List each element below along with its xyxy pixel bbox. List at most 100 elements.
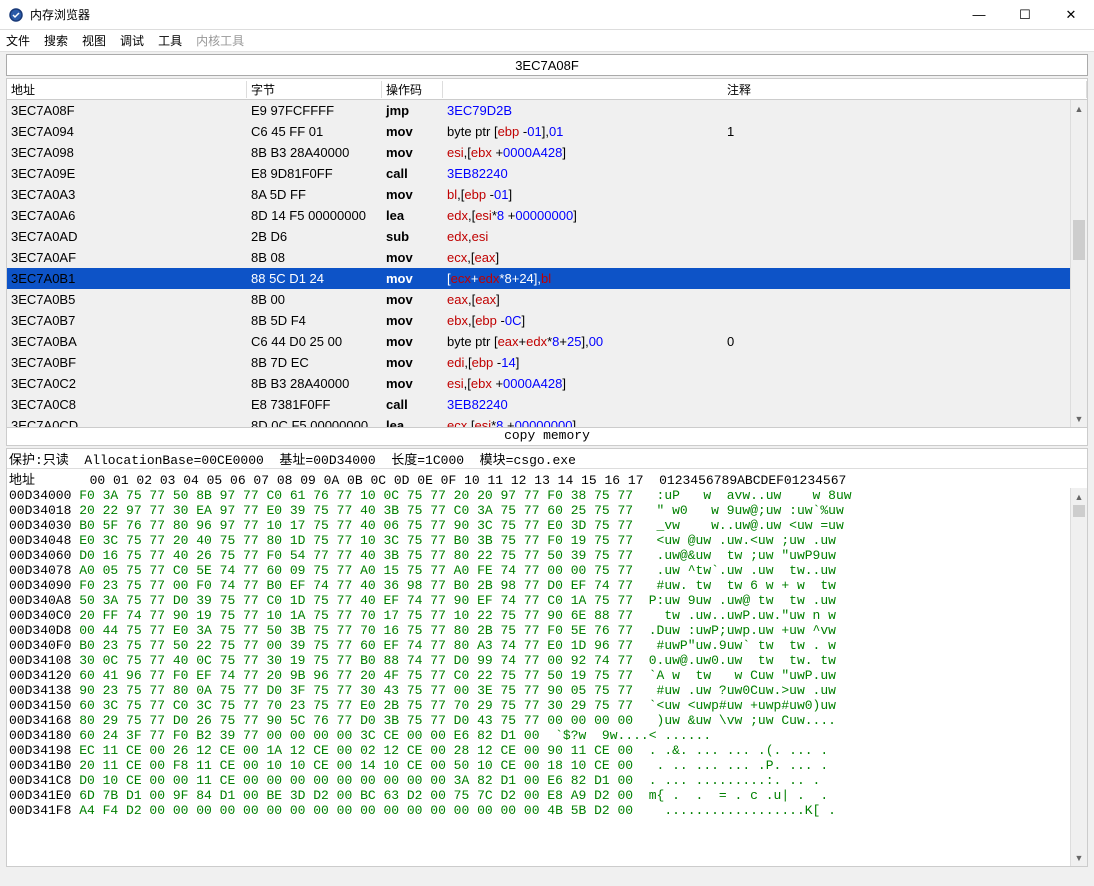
disasm-row[interactable]: 3EC7A0AF8B 08movecx,[eax]: [7, 247, 1087, 268]
col-opcode[interactable]: 操作码: [382, 81, 443, 98]
hex-row[interactable]: 00D341E0 6D 7B D1 00 9F 84 D1 00 BE 3D D…: [9, 788, 1085, 803]
hex-body[interactable]: 00D34000 F0 3A 75 77 50 8B 97 77 C0 61 7…: [7, 488, 1087, 818]
disasm-header: 地址 字节 操作码 注释: [6, 78, 1088, 100]
hex-row[interactable]: 00D34168 80 29 75 77 D0 26 75 77 90 5C 7…: [9, 713, 1085, 728]
hex-scroll-up-icon[interactable]: ▲: [1071, 488, 1087, 505]
row-address: 3EC7A0BF: [7, 355, 247, 370]
disasm-row[interactable]: 3EC7A0BF8B 7D ECmovedi,[ebp -14]: [7, 352, 1087, 373]
hexdump-panel: 保护:只读 AllocationBase=00CE0000 基址=00D3400…: [6, 448, 1088, 867]
copy-memory-button[interactable]: copy memory: [6, 428, 1088, 446]
disasm-row[interactable]: 3EC7A0C28B B3 28A40000movesi,[ebx +0000A…: [7, 373, 1087, 394]
hex-row[interactable]: 00D341B0 20 11 CE 00 F8 11 CE 00 10 10 C…: [9, 758, 1085, 773]
row-operand: 3EB82240: [443, 166, 723, 181]
menu-debug[interactable]: 调试: [120, 32, 144, 49]
disasm-scrollbar[interactable]: ▲ ▼: [1070, 100, 1087, 427]
menu-kernel[interactable]: 内核工具: [196, 32, 244, 49]
disasm-body[interactable]: ▲ ▼ 3EC7A08FE9 97FCFFFFjmp3EC79D2B3EC7A0…: [6, 100, 1088, 428]
hex-row[interactable]: 00D340F0 B0 23 75 77 50 22 75 77 00 39 7…: [9, 638, 1085, 653]
row-address: 3EC7A0B1: [7, 271, 247, 286]
row-opcode: sub: [382, 229, 443, 244]
menu-file[interactable]: 文件: [6, 32, 30, 49]
row-address: 3EC7A0C8: [7, 397, 247, 412]
row-opcode: call: [382, 166, 443, 181]
row-operand: esi,[ebx +0000A428]: [443, 145, 723, 160]
hex-row[interactable]: 00D340C0 20 FF 74 77 90 19 75 77 10 1A 7…: [9, 608, 1085, 623]
disasm-row[interactable]: 3EC7A0B58B 00moveax,[eax]: [7, 289, 1087, 310]
scroll-thumb[interactable]: [1073, 220, 1085, 260]
row-address: 3EC7A0AF: [7, 250, 247, 265]
menu-view[interactable]: 视图: [82, 32, 106, 49]
row-bytes: C6 44 D0 25 00: [247, 334, 382, 349]
hex-column-header: 地址 00 01 02 03 04 05 06 07 08 09 0A 0B 0…: [7, 469, 1087, 488]
row-address: 3EC7A0CD: [7, 418, 247, 428]
row-opcode: jmp: [382, 103, 443, 118]
row-address: 3EC7A0B7: [7, 313, 247, 328]
hex-row[interactable]: 00D340A8 50 3A 75 77 D0 39 75 77 C0 1D 7…: [9, 593, 1085, 608]
hex-row[interactable]: 00D34108 30 0C 75 77 40 0C 75 77 30 19 7…: [9, 653, 1085, 668]
disasm-row[interactable]: 3EC7A0A38A 5D FFmovbl,[ebp -01]: [7, 184, 1087, 205]
row-address: 3EC7A0B5: [7, 292, 247, 307]
row-opcode: mov: [382, 334, 443, 349]
hex-row[interactable]: 00D34030 B0 5F 76 77 80 96 97 77 10 17 7…: [9, 518, 1085, 533]
close-button[interactable]: ✕: [1048, 0, 1094, 30]
row-bytes: 8A 5D FF: [247, 187, 382, 202]
menu-search[interactable]: 搜索: [44, 32, 68, 49]
disasm-row[interactable]: 3EC7A0BAC6 44 D0 25 00movbyte ptr [eax+e…: [7, 331, 1087, 352]
disasm-row[interactable]: 3EC7A0CD8D 0C F5 00000000leaecx,[esi*8 +…: [7, 415, 1087, 428]
hex-row[interactable]: 00D34078 A0 05 75 77 C0 5E 74 77 60 09 7…: [9, 563, 1085, 578]
hex-row[interactable]: 00D340D8 00 44 75 77 E0 3A 75 77 50 3B 7…: [9, 623, 1085, 638]
hex-row[interactable]: 00D341C8 D0 10 CE 00 00 11 CE 00 00 00 0…: [9, 773, 1085, 788]
col-bytes[interactable]: 字节: [247, 81, 382, 98]
row-operand: edx,[esi*8 +00000000]: [443, 208, 723, 223]
row-bytes: 8B 00: [247, 292, 382, 307]
row-bytes: C6 45 FF 01: [247, 124, 382, 139]
hex-row[interactable]: 00D341F8 A4 F4 D2 00 00 00 00 00 00 00 0…: [9, 803, 1085, 818]
row-opcode: mov: [382, 271, 443, 286]
hex-scroll-down-icon[interactable]: ▼: [1071, 849, 1087, 866]
titlebar: 内存浏览器 — ☐ ✕: [0, 0, 1094, 30]
row-comment: 0: [723, 334, 1087, 349]
hex-row[interactable]: 00D34138 90 23 75 77 80 0A 75 77 D0 3F 7…: [9, 683, 1085, 698]
disasm-row[interactable]: 3EC7A0B188 5C D1 24mov[ecx+edx*8+24],bl: [7, 268, 1087, 289]
row-opcode: mov: [382, 376, 443, 391]
col-address[interactable]: 地址: [7, 81, 247, 98]
row-address: 3EC7A0C2: [7, 376, 247, 391]
minimize-button[interactable]: —: [956, 0, 1002, 30]
hex-scroll-thumb[interactable]: [1073, 505, 1085, 517]
hex-row[interactable]: 00D34198 EC 11 CE 00 26 12 CE 00 1A 12 C…: [9, 743, 1085, 758]
disasm-row[interactable]: 3EC7A09EE8 9D81F0FFcall3EB82240: [7, 163, 1087, 184]
row-opcode: mov: [382, 313, 443, 328]
row-operand: byte ptr [eax+edx*8+25],00: [443, 334, 723, 349]
address-input[interactable]: 3EC7A08F: [6, 54, 1088, 76]
menu-tools[interactable]: 工具: [158, 32, 182, 49]
hex-row[interactable]: 00D34150 60 3C 75 77 C0 3C 75 77 70 23 7…: [9, 698, 1085, 713]
disasm-row[interactable]: 3EC7A08FE9 97FCFFFFjmp3EC79D2B: [7, 100, 1087, 121]
maximize-button[interactable]: ☐: [1002, 0, 1048, 30]
scroll-up-icon[interactable]: ▲: [1071, 100, 1087, 117]
disasm-row[interactable]: 3EC7A0A68D 14 F5 00000000leaedx,[esi*8 +…: [7, 205, 1087, 226]
disasm-row[interactable]: 3EC7A0C8E8 7381F0FFcall3EB82240: [7, 394, 1087, 415]
row-address: 3EC7A0A6: [7, 208, 247, 223]
disasm-row[interactable]: 3EC7A0B78B 5D F4movebx,[ebp -0C]: [7, 310, 1087, 331]
hex-row[interactable]: 00D34180 60 24 3F 77 F0 B2 39 77 00 00 0…: [9, 728, 1085, 743]
row-opcode: mov: [382, 292, 443, 307]
hex-row[interactable]: 00D34000 F0 3A 75 77 50 8B 97 77 C0 61 7…: [9, 488, 1085, 503]
row-opcode: mov: [382, 355, 443, 370]
hex-row[interactable]: 00D34018 20 22 97 77 30 EA 97 77 E0 39 7…: [9, 503, 1085, 518]
row-operand: edx,esi: [443, 229, 723, 244]
hex-row[interactable]: 00D34048 E0 3C 75 77 20 40 75 77 80 1D 7…: [9, 533, 1085, 548]
hex-row[interactable]: 00D34120 60 41 96 77 F0 EF 74 77 20 9B 9…: [9, 668, 1085, 683]
row-opcode: mov: [382, 250, 443, 265]
col-comment[interactable]: 注释: [723, 81, 1087, 98]
disasm-row[interactable]: 3EC7A094C6 45 FF 01movbyte ptr [ebp -01]…: [7, 121, 1087, 142]
row-operand: eax,[eax]: [443, 292, 723, 307]
disasm-row[interactable]: 3EC7A0988B B3 28A40000movesi,[ebx +0000A…: [7, 142, 1087, 163]
hex-row[interactable]: 00D34060 D0 16 75 77 40 26 75 77 F0 54 7…: [9, 548, 1085, 563]
address-value: 3EC7A08F: [515, 58, 579, 73]
row-bytes: 8B 08: [247, 250, 382, 265]
row-operand: 3EB82240: [443, 397, 723, 412]
disasm-row[interactable]: 3EC7A0AD2B D6subedx,esi: [7, 226, 1087, 247]
hex-scrollbar[interactable]: ▲ ▼: [1070, 488, 1087, 866]
hex-row[interactable]: 00D34090 F0 23 75 77 00 F0 74 77 B0 EF 7…: [9, 578, 1085, 593]
scroll-down-icon[interactable]: ▼: [1071, 410, 1087, 427]
